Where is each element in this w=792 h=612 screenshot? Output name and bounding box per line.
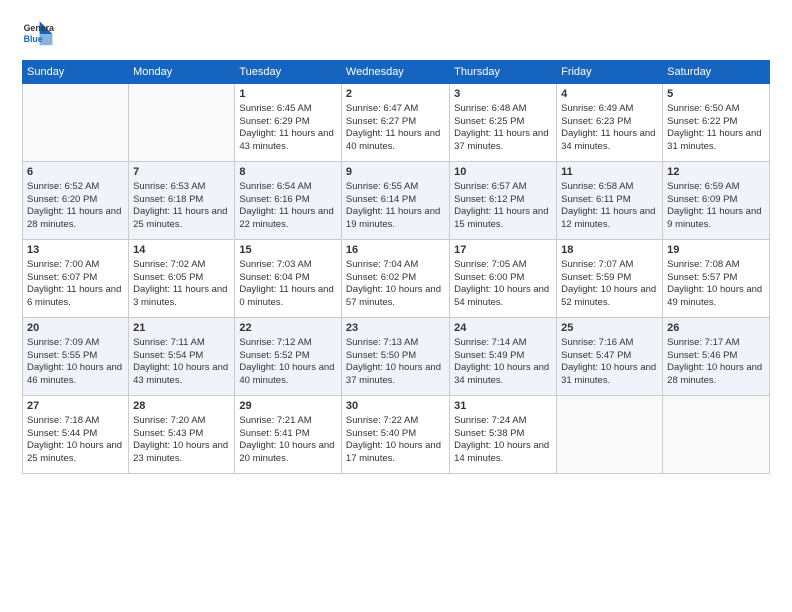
day-number: 14 (133, 243, 230, 258)
calendar-cell: 2Sunrise: 6:47 AMSunset: 6:27 PMDaylight… (341, 84, 449, 162)
day-number: 5 (667, 87, 765, 102)
calendar-cell: 22Sunrise: 7:12 AMSunset: 5:52 PMDayligh… (235, 318, 342, 396)
calendar-cell: 26Sunrise: 7:17 AMSunset: 5:46 PMDayligh… (663, 318, 770, 396)
calendar-cell: 23Sunrise: 7:13 AMSunset: 5:50 PMDayligh… (341, 318, 449, 396)
day-number: 23 (346, 321, 445, 336)
col-header-friday: Friday (557, 61, 663, 84)
calendar-cell: 13Sunrise: 7:00 AMSunset: 6:07 PMDayligh… (23, 240, 129, 318)
calendar-cell (557, 396, 663, 474)
day-number: 11 (561, 165, 658, 180)
calendar-cell: 12Sunrise: 6:59 AMSunset: 6:09 PMDayligh… (663, 162, 770, 240)
col-header-thursday: Thursday (450, 61, 557, 84)
day-number: 28 (133, 399, 230, 414)
day-number: 17 (454, 243, 552, 258)
calendar-cell (663, 396, 770, 474)
calendar-cell: 30Sunrise: 7:22 AMSunset: 5:40 PMDayligh… (341, 396, 449, 474)
week-row-5: 27Sunrise: 7:18 AMSunset: 5:44 PMDayligh… (23, 396, 770, 474)
day-number: 9 (346, 165, 445, 180)
svg-text:General: General (24, 23, 54, 33)
week-row-3: 13Sunrise: 7:00 AMSunset: 6:07 PMDayligh… (23, 240, 770, 318)
calendar-cell: 5Sunrise: 6:50 AMSunset: 6:22 PMDaylight… (663, 84, 770, 162)
calendar-cell: 10Sunrise: 6:57 AMSunset: 6:12 PMDayligh… (450, 162, 557, 240)
day-number: 30 (346, 399, 445, 414)
calendar-cell: 17Sunrise: 7:05 AMSunset: 6:00 PMDayligh… (450, 240, 557, 318)
calendar-cell: 4Sunrise: 6:49 AMSunset: 6:23 PMDaylight… (557, 84, 663, 162)
day-number: 12 (667, 165, 765, 180)
day-number: 6 (27, 165, 124, 180)
calendar-cell: 20Sunrise: 7:09 AMSunset: 5:55 PMDayligh… (23, 318, 129, 396)
calendar-cell: 9Sunrise: 6:55 AMSunset: 6:14 PMDaylight… (341, 162, 449, 240)
day-number: 3 (454, 87, 552, 102)
day-number: 1 (239, 87, 337, 102)
day-number: 27 (27, 399, 124, 414)
calendar-cell: 18Sunrise: 7:07 AMSunset: 5:59 PMDayligh… (557, 240, 663, 318)
calendar-cell: 11Sunrise: 6:58 AMSunset: 6:11 PMDayligh… (557, 162, 663, 240)
day-number: 4 (561, 87, 658, 102)
day-number: 7 (133, 165, 230, 180)
col-header-sunday: Sunday (23, 61, 129, 84)
col-header-tuesday: Tuesday (235, 61, 342, 84)
calendar-header-row: SundayMondayTuesdayWednesdayThursdayFrid… (23, 61, 770, 84)
day-number: 24 (454, 321, 552, 336)
page: General Blue SundayMondayTuesdayWednesda… (0, 0, 792, 612)
calendar-cell: 29Sunrise: 7:21 AMSunset: 5:41 PMDayligh… (235, 396, 342, 474)
calendar-cell: 16Sunrise: 7:04 AMSunset: 6:02 PMDayligh… (341, 240, 449, 318)
col-header-wednesday: Wednesday (341, 61, 449, 84)
day-number: 15 (239, 243, 337, 258)
logo-icon: General Blue (22, 18, 54, 50)
calendar-cell: 14Sunrise: 7:02 AMSunset: 6:05 PMDayligh… (129, 240, 235, 318)
week-row-1: 1Sunrise: 6:45 AMSunset: 6:29 PMDaylight… (23, 84, 770, 162)
day-number: 2 (346, 87, 445, 102)
header: General Blue (22, 18, 770, 50)
calendar-cell: 25Sunrise: 7:16 AMSunset: 5:47 PMDayligh… (557, 318, 663, 396)
col-header-monday: Monday (129, 61, 235, 84)
day-number: 25 (561, 321, 658, 336)
logo: General Blue (22, 18, 56, 50)
week-row-4: 20Sunrise: 7:09 AMSunset: 5:55 PMDayligh… (23, 318, 770, 396)
calendar-cell: 21Sunrise: 7:11 AMSunset: 5:54 PMDayligh… (129, 318, 235, 396)
calendar-cell: 3Sunrise: 6:48 AMSunset: 6:25 PMDaylight… (450, 84, 557, 162)
day-number: 8 (239, 165, 337, 180)
calendar-cell (129, 84, 235, 162)
calendar-cell: 7Sunrise: 6:53 AMSunset: 6:18 PMDaylight… (129, 162, 235, 240)
calendar-cell (23, 84, 129, 162)
calendar-cell: 8Sunrise: 6:54 AMSunset: 6:16 PMDaylight… (235, 162, 342, 240)
day-number: 20 (27, 321, 124, 336)
calendar-cell: 28Sunrise: 7:20 AMSunset: 5:43 PMDayligh… (129, 396, 235, 474)
day-number: 22 (239, 321, 337, 336)
calendar-cell: 27Sunrise: 7:18 AMSunset: 5:44 PMDayligh… (23, 396, 129, 474)
svg-text:Blue: Blue (24, 34, 43, 44)
day-number: 10 (454, 165, 552, 180)
calendar-cell: 24Sunrise: 7:14 AMSunset: 5:49 PMDayligh… (450, 318, 557, 396)
calendar-cell: 1Sunrise: 6:45 AMSunset: 6:29 PMDaylight… (235, 84, 342, 162)
day-number: 31 (454, 399, 552, 414)
calendar-cell: 31Sunrise: 7:24 AMSunset: 5:38 PMDayligh… (450, 396, 557, 474)
calendar-cell: 6Sunrise: 6:52 AMSunset: 6:20 PMDaylight… (23, 162, 129, 240)
day-number: 21 (133, 321, 230, 336)
calendar: SundayMondayTuesdayWednesdayThursdayFrid… (22, 60, 770, 474)
col-header-saturday: Saturday (663, 61, 770, 84)
day-number: 26 (667, 321, 765, 336)
day-number: 29 (239, 399, 337, 414)
day-number: 13 (27, 243, 124, 258)
week-row-2: 6Sunrise: 6:52 AMSunset: 6:20 PMDaylight… (23, 162, 770, 240)
calendar-cell: 19Sunrise: 7:08 AMSunset: 5:57 PMDayligh… (663, 240, 770, 318)
calendar-cell: 15Sunrise: 7:03 AMSunset: 6:04 PMDayligh… (235, 240, 342, 318)
day-number: 16 (346, 243, 445, 258)
day-number: 18 (561, 243, 658, 258)
day-number: 19 (667, 243, 765, 258)
